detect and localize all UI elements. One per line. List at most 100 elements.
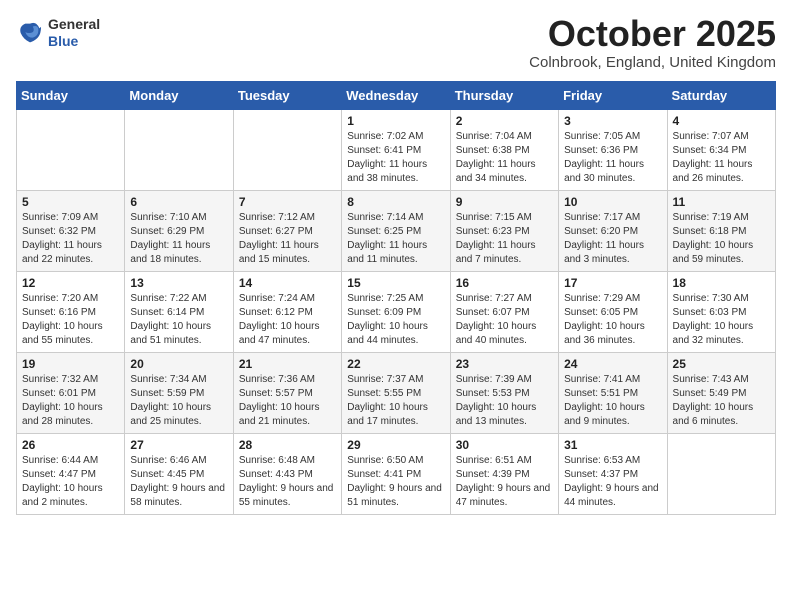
day-detail: Sunrise: 6:53 AMSunset: 4:37 PMDaylight:… <box>564 454 661 510</box>
calendar-cell: 31 Sunrise: 6:53 AMSunset: 4:37 PMDayligh… <box>559 434 667 515</box>
calendar-cell: 19 Sunrise: 7:32 AMSunset: 6:01 PMDayligh… <box>17 353 125 434</box>
day-detail: Sunrise: 7:20 AMSunset: 6:16 PMDaylight:… <box>22 292 119 348</box>
calendar-header-tuesday: Tuesday <box>233 82 341 110</box>
calendar-cell: 30 Sunrise: 6:51 AMSunset: 4:39 PMDayligh… <box>450 434 558 515</box>
title-block: October 2025 Colnbrook, England, United … <box>529 16 776 71</box>
calendar-cell: 3 Sunrise: 7:05 AMSunset: 6:36 PMDaylight… <box>559 110 667 191</box>
day-number: 1 <box>347 114 444 128</box>
day-detail: Sunrise: 7:14 AMSunset: 6:25 PMDaylight:… <box>347 211 444 267</box>
month-title: October 2025 <box>529 16 776 52</box>
day-detail: Sunrise: 6:46 AMSunset: 4:45 PMDaylight:… <box>130 454 227 510</box>
calendar-cell: 18 Sunrise: 7:30 AMSunset: 6:03 PMDayligh… <box>667 272 775 353</box>
day-detail: Sunrise: 7:15 AMSunset: 6:23 PMDaylight:… <box>456 211 553 267</box>
day-number: 8 <box>347 195 444 209</box>
calendar-cell: 28 Sunrise: 6:48 AMSunset: 4:43 PMDayligh… <box>233 434 341 515</box>
day-number: 28 <box>239 438 336 452</box>
day-detail: Sunrise: 7:05 AMSunset: 6:36 PMDaylight:… <box>564 130 661 186</box>
day-number: 6 <box>130 195 227 209</box>
calendar-cell: 29Sunrise: 6:50 AMSunset: 4:41 PMDayligh… <box>342 434 450 515</box>
logo-blue: Blue <box>48 33 100 50</box>
calendar-cell: 27Sunrise: 6:46 AMSunset: 4:45 PMDayligh… <box>125 434 233 515</box>
calendar-cell: 2Sunrise: 7:04 AMSunset: 6:38 PMDaylight… <box>450 110 558 191</box>
day-number: 31 <box>564 438 661 452</box>
day-number: 15 <box>347 276 444 290</box>
calendar-cell: 7 Sunrise: 7:12 AMSunset: 6:27 PMDaylight… <box>233 191 341 272</box>
calendar-cell: 10 Sunrise: 7:17 AMSunset: 6:20 PMDayligh… <box>559 191 667 272</box>
day-number: 2 <box>456 114 553 128</box>
calendar-cell: 15 Sunrise: 7:25 AMSunset: 6:09 PMDayligh… <box>342 272 450 353</box>
day-detail: Sunrise: 6:48 AMSunset: 4:43 PMDaylight:… <box>239 454 336 510</box>
calendar-cell: 16 Sunrise: 7:27 AMSunset: 6:07 PMDayligh… <box>450 272 558 353</box>
day-detail: Sunrise: 7:34 AMSunset: 5:59 PMDaylight:… <box>130 373 227 429</box>
day-detail: Sunrise: 7:29 AMSunset: 6:05 PMDaylight:… <box>564 292 661 348</box>
day-number: 17 <box>564 276 661 290</box>
calendar-cell: 23Sunrise: 7:39 AMSunset: 5:53 PMDayligh… <box>450 353 558 434</box>
day-number: 7 <box>239 195 336 209</box>
calendar-week-3: 12 Sunrise: 7:20 AMSunset: 6:16 PMDayligh… <box>17 272 776 353</box>
day-detail: Sunrise: 6:50 AMSunset: 4:41 PMDaylight:… <box>347 454 444 510</box>
day-number: 5 <box>22 195 119 209</box>
calendar-cell: 5 Sunrise: 7:09 AMSunset: 6:32 PMDaylight… <box>17 191 125 272</box>
day-number: 11 <box>673 195 770 209</box>
day-number: 13 <box>130 276 227 290</box>
day-detail: Sunrise: 7:30 AMSunset: 6:03 PMDaylight:… <box>673 292 770 348</box>
day-detail: Sunrise: 6:51 AMSunset: 4:39 PMDaylight:… <box>456 454 553 510</box>
calendar-cell: 8 Sunrise: 7:14 AMSunset: 6:25 PMDaylight… <box>342 191 450 272</box>
day-number: 20 <box>130 357 227 371</box>
day-number: 21 <box>239 357 336 371</box>
calendar-week-2: 5 Sunrise: 7:09 AMSunset: 6:32 PMDaylight… <box>17 191 776 272</box>
calendar-cell: 13 Sunrise: 7:22 AMSunset: 6:14 PMDayligh… <box>125 272 233 353</box>
day-number: 19 <box>22 357 119 371</box>
day-detail: Sunrise: 7:17 AMSunset: 6:20 PMDaylight:… <box>564 211 661 267</box>
day-number: 14 <box>239 276 336 290</box>
calendar-header-saturday: Saturday <box>667 82 775 110</box>
calendar-header-wednesday: Wednesday <box>342 82 450 110</box>
day-number: 16 <box>456 276 553 290</box>
day-detail: Sunrise: 7:02 AMSunset: 6:41 PMDaylight:… <box>347 130 444 186</box>
location: Colnbrook, England, United Kingdom <box>529 54 776 71</box>
calendar-table: SundayMondayTuesdayWednesdayThursdayFrid… <box>16 81 776 515</box>
calendar-cell: 21Sunrise: 7:36 AMSunset: 5:57 PMDayligh… <box>233 353 341 434</box>
calendar-cell: 12 Sunrise: 7:20 AMSunset: 6:16 PMDayligh… <box>17 272 125 353</box>
page-header: General Blue October 2025 Colnbrook, Eng… <box>16 16 776 71</box>
day-number: 24 <box>564 357 661 371</box>
calendar-cell <box>17 110 125 191</box>
logo: General Blue <box>16 16 100 50</box>
day-detail: Sunrise: 7:41 AMSunset: 5:51 PMDaylight:… <box>564 373 661 429</box>
logo-icon <box>16 19 44 47</box>
day-number: 3 <box>564 114 661 128</box>
day-number: 12 <box>22 276 119 290</box>
day-detail: Sunrise: 7:27 AMSunset: 6:07 PMDaylight:… <box>456 292 553 348</box>
day-detail: Sunrise: 7:24 AMSunset: 6:12 PMDaylight:… <box>239 292 336 348</box>
day-detail: Sunrise: 7:43 AMSunset: 5:49 PMDaylight:… <box>673 373 770 429</box>
calendar-cell: 4Sunrise: 7:07 AMSunset: 6:34 PMDaylight… <box>667 110 775 191</box>
logo-general: General <box>48 16 100 33</box>
day-detail: Sunrise: 7:09 AMSunset: 6:32 PMDaylight:… <box>22 211 119 267</box>
calendar-week-1: 1 Sunrise: 7:02 AMSunset: 6:41 PMDaylight… <box>17 110 776 191</box>
day-detail: Sunrise: 7:19 AMSunset: 6:18 PMDaylight:… <box>673 211 770 267</box>
day-detail: Sunrise: 7:37 AMSunset: 5:55 PMDaylight:… <box>347 373 444 429</box>
calendar-week-4: 19 Sunrise: 7:32 AMSunset: 6:01 PMDayligh… <box>17 353 776 434</box>
logo-text: General Blue <box>48 16 100 50</box>
day-detail: Sunrise: 7:10 AMSunset: 6:29 PMDaylight:… <box>130 211 227 267</box>
day-detail: Sunrise: 7:25 AMSunset: 6:09 PMDaylight:… <box>347 292 444 348</box>
day-number: 25 <box>673 357 770 371</box>
calendar-cell <box>125 110 233 191</box>
day-number: 18 <box>673 276 770 290</box>
day-number: 9 <box>456 195 553 209</box>
day-number: 26 <box>22 438 119 452</box>
calendar-header-sunday: Sunday <box>17 82 125 110</box>
day-detail: Sunrise: 7:22 AMSunset: 6:14 PMDaylight:… <box>130 292 227 348</box>
day-detail: Sunrise: 7:32 AMSunset: 6:01 PMDaylight:… <box>22 373 119 429</box>
day-number: 22 <box>347 357 444 371</box>
calendar-cell: 1 Sunrise: 7:02 AMSunset: 6:41 PMDaylight… <box>342 110 450 191</box>
calendar-header-thursday: Thursday <box>450 82 558 110</box>
day-number: 10 <box>564 195 661 209</box>
day-detail: Sunrise: 6:44 AMSunset: 4:47 PMDaylight:… <box>22 454 119 510</box>
calendar-cell: 24 Sunrise: 7:41 AMSunset: 5:51 PMDayligh… <box>559 353 667 434</box>
calendar-cell: 22 Sunrise: 7:37 AMSunset: 5:55 PMDayligh… <box>342 353 450 434</box>
day-detail: Sunrise: 7:12 AMSunset: 6:27 PMDaylight:… <box>239 211 336 267</box>
calendar-cell <box>233 110 341 191</box>
calendar-cell: 14 Sunrise: 7:24 AMSunset: 6:12 PMDayligh… <box>233 272 341 353</box>
day-number: 30 <box>456 438 553 452</box>
